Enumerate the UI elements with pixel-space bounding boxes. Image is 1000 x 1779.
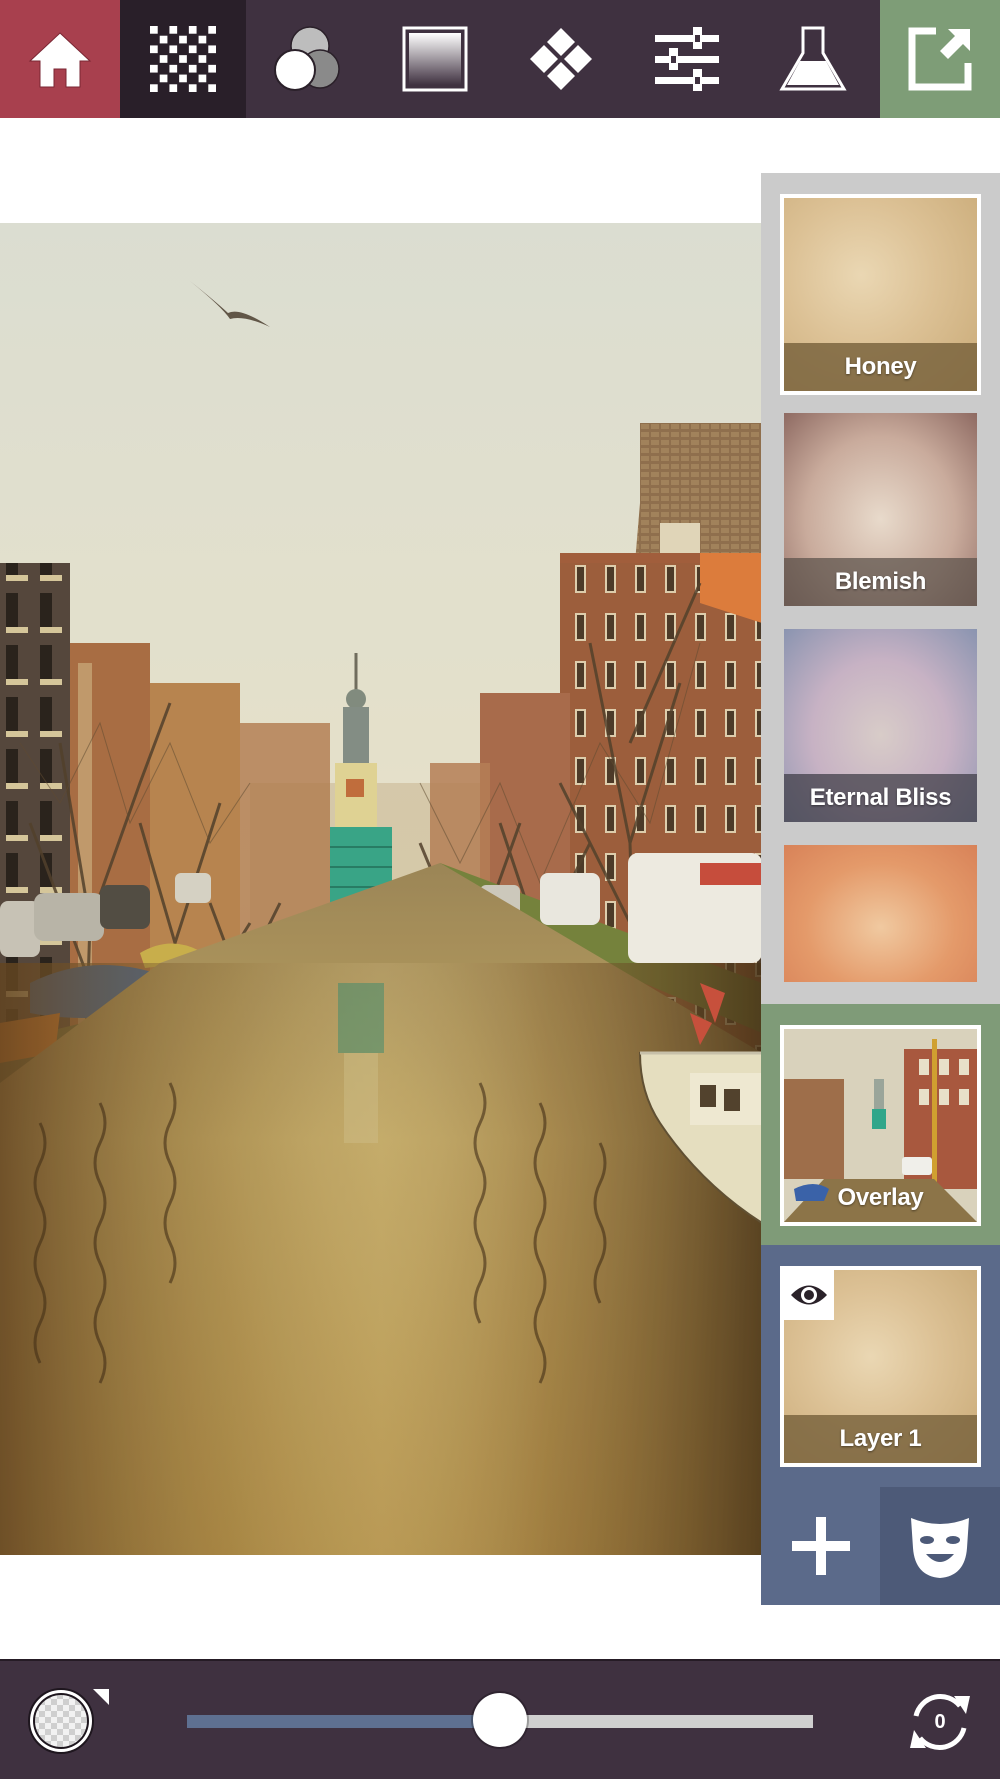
blend-tab[interactable] — [246, 0, 372, 118]
add-layer-button[interactable] — [761, 1487, 880, 1605]
overlay-layer-thumb[interactable]: Overlay — [780, 1025, 981, 1226]
rotate-reset-button[interactable]: 0 — [902, 1684, 978, 1760]
photo-canvas[interactable] — [0, 223, 762, 1555]
transparency-circle-icon — [28, 1688, 94, 1754]
mask-icon — [911, 1518, 969, 1578]
slider-fill — [187, 1715, 500, 1728]
checker-square — [159, 55, 168, 63]
texture-label: Honey — [784, 343, 977, 391]
checker-square — [208, 64, 216, 73]
checker-square — [188, 26, 197, 34]
checkerboard-icon — [150, 26, 216, 92]
layer-1-label: Layer 1 — [784, 1415, 977, 1463]
rotation-count: 0 — [934, 1710, 946, 1733]
checker-square — [208, 84, 216, 92]
texture-thumb-blemish[interactable]: Blemish — [784, 413, 977, 606]
flask-icon — [779, 26, 847, 91]
layer-1-thumb[interactable]: Layer 1 — [780, 1266, 981, 1467]
checker-square — [208, 45, 216, 54]
texture-thumb-eternal-bliss[interactable]: Eternal Bliss — [784, 629, 977, 822]
layer-panel: Honey Blemish Eternal Bliss Overlay Laye… — [761, 173, 1000, 1605]
adjust-tab[interactable] — [624, 0, 750, 118]
blend-mode-button[interactable] — [27, 1687, 95, 1755]
checker-square — [169, 26, 178, 34]
canal-photo — [0, 223, 762, 1555]
lab-tab[interactable] — [750, 0, 876, 118]
opacity-slider[interactable] — [187, 1693, 813, 1747]
bottom-bar: 0 — [0, 1659, 1000, 1779]
slider-thumb[interactable] — [473, 1693, 527, 1747]
home-icon — [28, 32, 92, 88]
checker-square — [150, 26, 158, 34]
checker-square — [198, 74, 207, 83]
blend-menu-indicator-icon — [93, 1689, 109, 1705]
checker-square — [179, 55, 187, 63]
textures-tab[interactable] — [120, 0, 246, 118]
overlay-layer-label: Overlay — [837, 1184, 924, 1211]
plus-icon — [791, 1517, 850, 1575]
layer-1-section: Layer 1 — [761, 1245, 1000, 1605]
checker-square — [198, 35, 207, 44]
checker-square — [179, 35, 187, 44]
export-icon — [908, 27, 972, 91]
overlay-layer-section: Overlay — [761, 1004, 1000, 1245]
sliders-icon — [655, 27, 719, 91]
texture-list[interactable]: Honey Blemish Eternal Bliss — [761, 173, 1000, 1004]
checker-square — [159, 74, 168, 83]
checker-square — [188, 45, 197, 54]
layer-visibility-toggle[interactable] — [784, 1270, 834, 1320]
home-button[interactable] — [0, 0, 120, 118]
texture-thumb-honey[interactable]: Honey — [780, 194, 981, 395]
checker-square — [188, 64, 197, 73]
orange-texture — [784, 845, 977, 982]
gradient-square-icon — [402, 26, 468, 92]
checker-square — [159, 35, 168, 44]
checker-square — [150, 45, 158, 54]
export-button[interactable] — [880, 0, 1000, 118]
checker-square — [179, 74, 187, 83]
checker-square — [169, 64, 178, 73]
checker-square — [198, 55, 207, 63]
diamond-tiles-icon — [530, 28, 592, 90]
checker-square — [150, 64, 158, 73]
editor-app: Honey Blemish Eternal Bliss Overlay Laye… — [0, 0, 1000, 1779]
texture-label: Blemish — [784, 558, 977, 606]
checker-square — [150, 84, 158, 92]
geometry-tab[interactable] — [498, 0, 624, 118]
checker-square — [169, 84, 178, 92]
checker-square — [208, 26, 216, 34]
color-circles-icon — [274, 26, 340, 91]
gradient-tab[interactable] — [372, 0, 498, 118]
top-toolbar — [0, 0, 1000, 118]
checker-square — [188, 84, 197, 92]
checker-square — [169, 45, 178, 54]
texture-thumb-4[interactable] — [784, 845, 977, 982]
eye-icon — [791, 1285, 827, 1305]
mask-button[interactable] — [880, 1487, 1000, 1605]
texture-label: Eternal Bliss — [784, 774, 977, 822]
